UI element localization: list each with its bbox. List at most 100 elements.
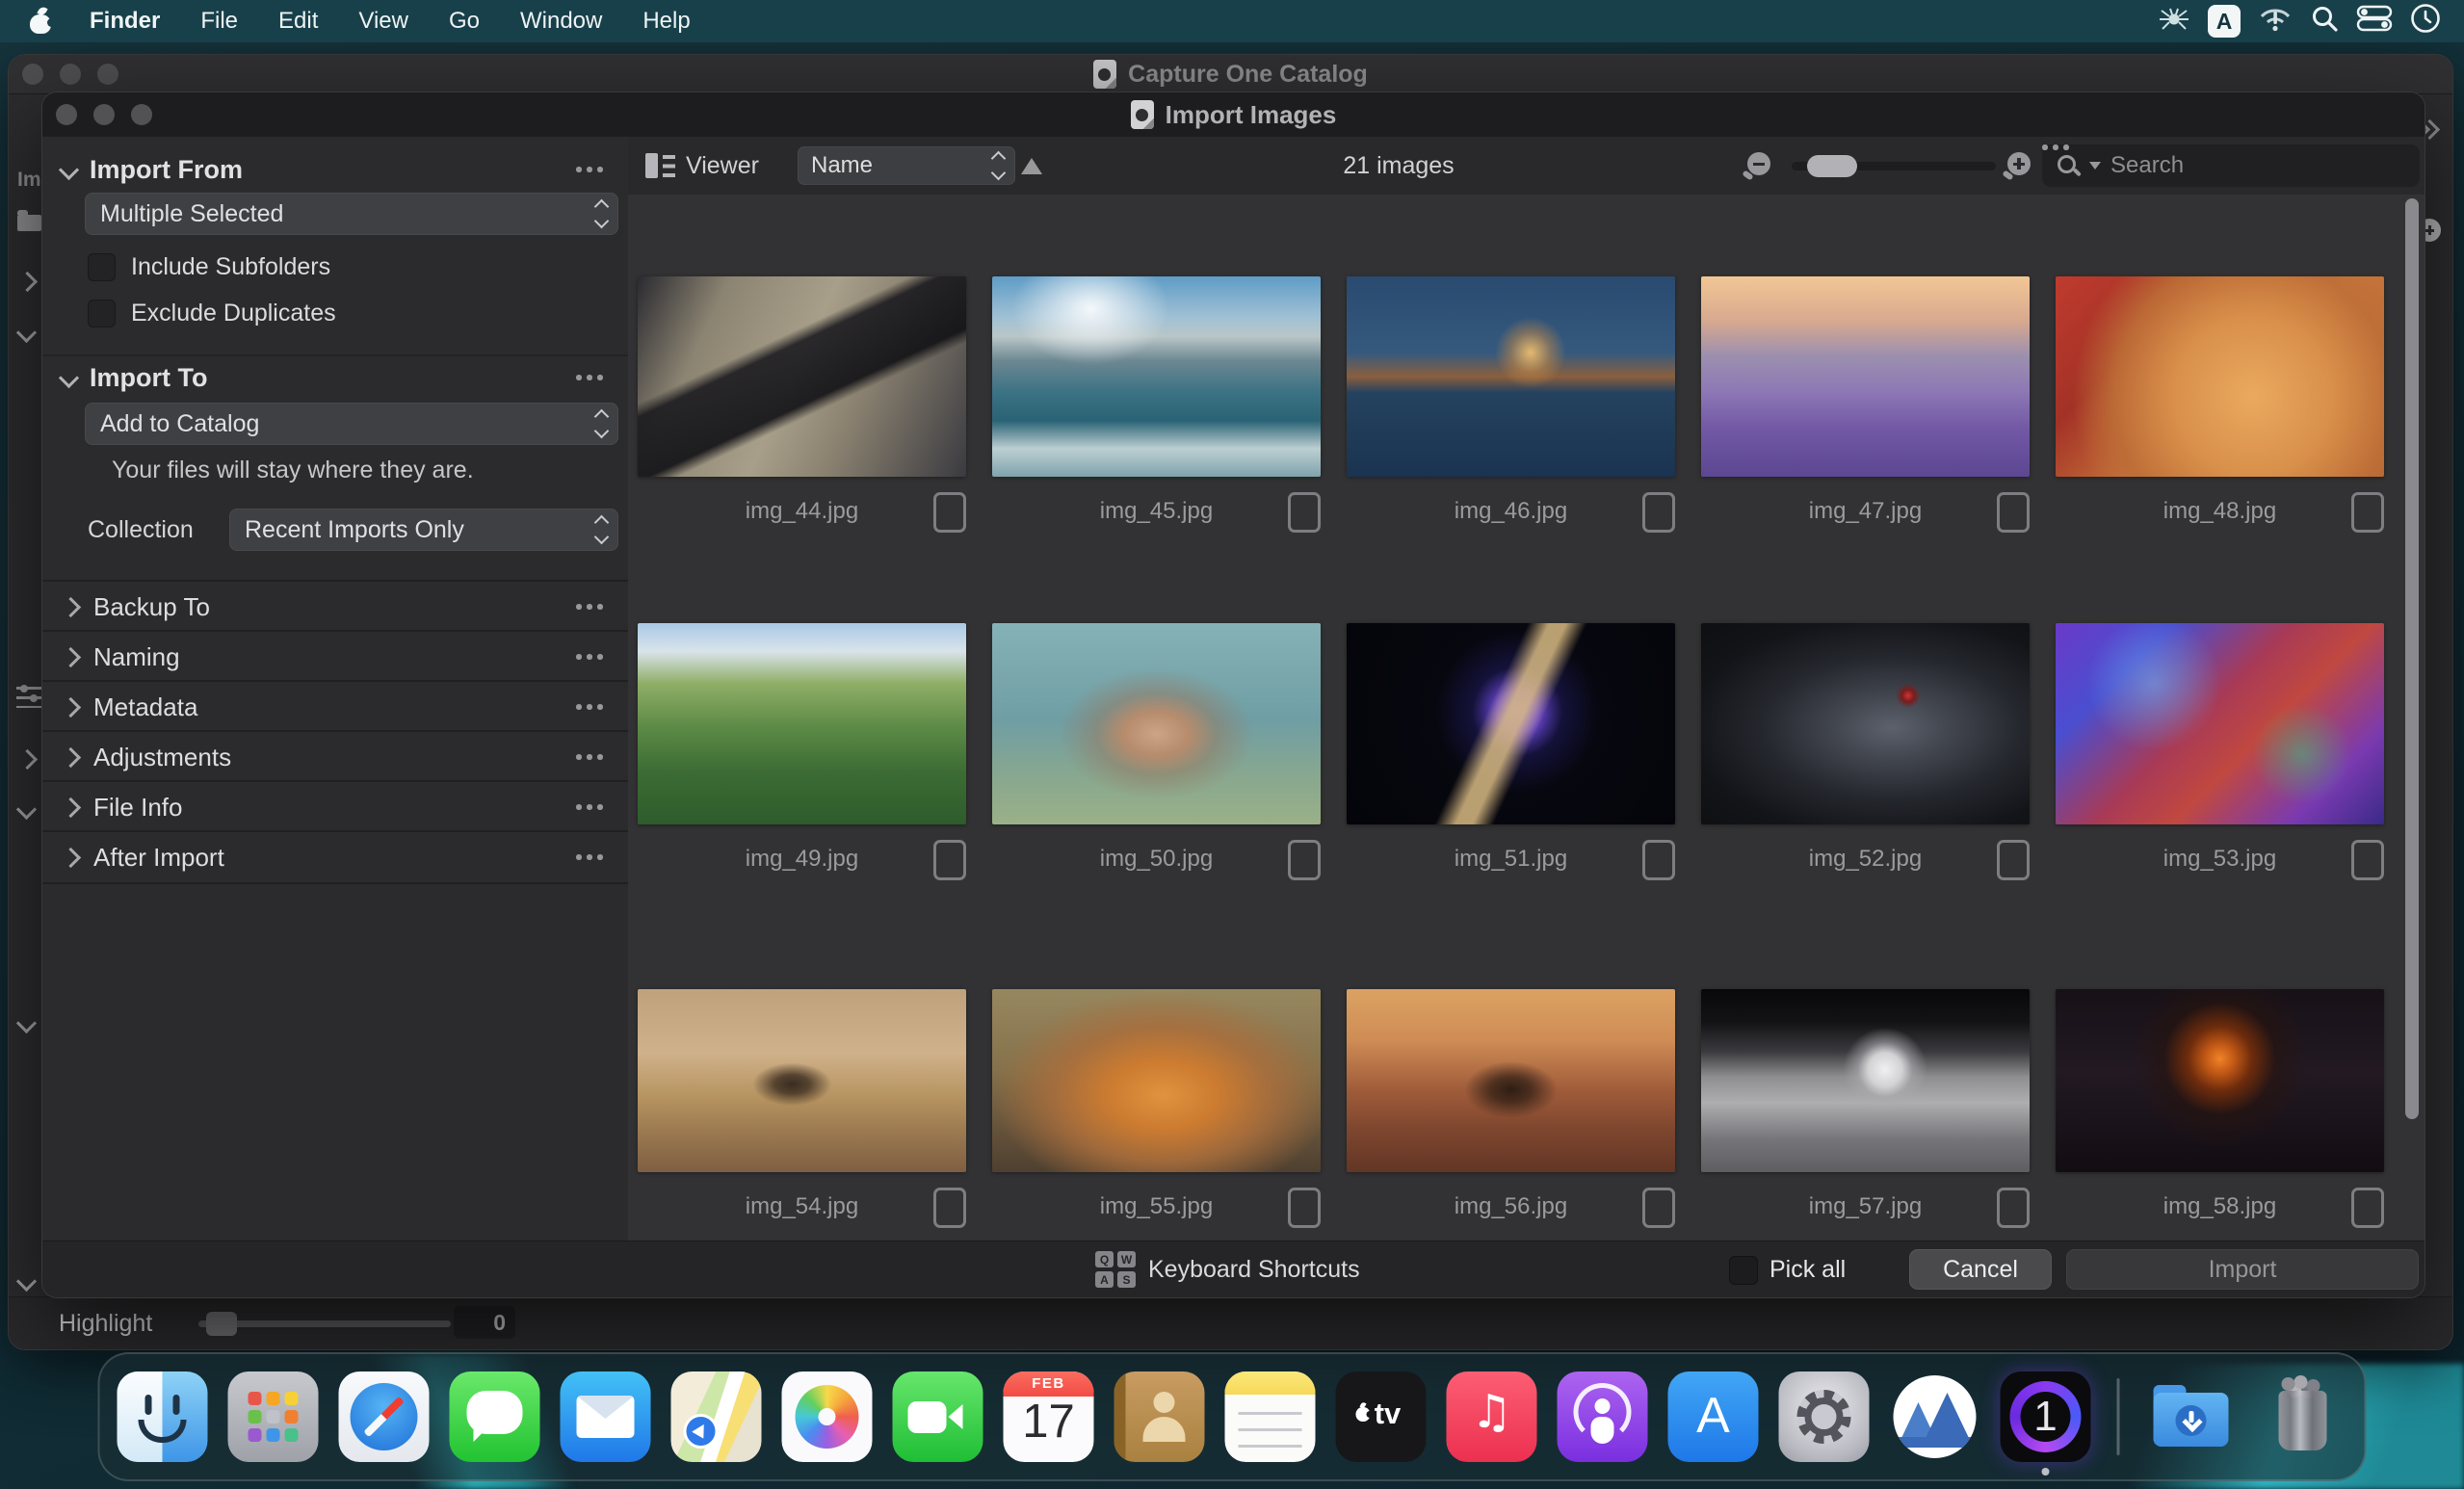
dock-photos-icon[interactable] <box>781 1371 873 1462</box>
dock-podcasts-icon[interactable] <box>1557 1371 1648 1462</box>
include-subfolders-checkbox[interactable] <box>88 252 116 281</box>
menu-app-name[interactable]: Finder <box>69 0 180 42</box>
grid-item[interactable]: img_46.jpg <box>1347 276 1675 535</box>
pick-checkbox[interactable] <box>2351 1188 2384 1228</box>
grid-item[interactable]: img_54.jpg <box>638 989 966 1230</box>
dock-launchpad-icon[interactable] <box>227 1371 319 1462</box>
wifi-alert-icon[interactable] <box>2258 4 2293 39</box>
menu-view[interactable]: View <box>338 0 429 42</box>
grid-item[interactable]: img_50.jpg <box>992 623 1321 882</box>
adjustments-sliders-icon[interactable] <box>16 685 41 708</box>
thumbnail-image[interactable] <box>1347 623 1675 824</box>
minimize-button[interactable] <box>60 64 81 85</box>
grid-item[interactable]: img_55.jpg <box>992 989 1321 1230</box>
section-metadata[interactable]: Metadata <box>42 680 628 732</box>
grid-item[interactable]: img_44.jpg <box>638 276 966 535</box>
section-adjustments[interactable]: Adjustments <box>42 730 628 782</box>
minimize-button[interactable] <box>93 104 115 125</box>
pick-all-checkbox[interactable] <box>1729 1256 1758 1285</box>
highlight-value-field[interactable]: 0 <box>454 1306 515 1339</box>
dock-calendar-icon[interactable]: FEB 17 <box>1003 1371 1094 1462</box>
pick-checkbox[interactable] <box>1997 840 2030 880</box>
zoom-button[interactable] <box>97 64 118 85</box>
dock-safari-icon[interactable] <box>338 1371 430 1462</box>
close-button[interactable] <box>22 64 43 85</box>
pick-checkbox[interactable] <box>933 840 966 880</box>
section-import-to[interactable]: Import To <box>42 354 628 399</box>
thumbnail-image[interactable] <box>1701 276 2030 477</box>
zoom-in-icon[interactable] <box>2002 151 2032 182</box>
pick-checkbox[interactable] <box>1288 492 1321 533</box>
section-file-info[interactable]: File Info <box>42 780 628 832</box>
include-subfolders-row[interactable]: Include Subfolders <box>88 250 330 283</box>
import-destination-dropdown[interactable]: Add to Catalog <box>85 403 618 445</box>
antivirus-spider-icon[interactable] <box>2158 4 2190 39</box>
control-center-icon[interactable] <box>2356 5 2393 39</box>
grid-item[interactable]: img_52.jpg <box>1701 623 2030 882</box>
dock-app-cleaner-icon[interactable] <box>1890 1371 1980 1462</box>
menu-edit[interactable]: Edit <box>258 0 338 42</box>
pick-checkbox[interactable] <box>1997 492 2030 533</box>
more-options-icon[interactable] <box>576 754 605 760</box>
dock-maps-icon[interactable] <box>670 1371 762 1462</box>
section-backup-to[interactable]: Backup To <box>42 580 628 632</box>
thumbnail-image[interactable] <box>992 989 1321 1172</box>
dock-trash-icon[interactable] <box>2257 1371 2347 1462</box>
grid-item[interactable]: img_57.jpg <box>1701 989 2030 1230</box>
menu-go[interactable]: Go <box>429 0 500 42</box>
sort-by-dropdown[interactable]: Name <box>798 146 1015 185</box>
section-import-from[interactable]: Import From <box>42 150 628 189</box>
dock-messages-icon[interactable] <box>449 1371 540 1462</box>
thumbnail-image[interactable] <box>638 623 966 824</box>
grid-scrollbar-thumb[interactable] <box>2405 198 2419 1119</box>
grid-item[interactable]: img_56.jpg <box>1347 989 1675 1230</box>
grid-item[interactable]: img_51.jpg <box>1347 623 1675 882</box>
main-window-titlebar[interactable]: Capture One Catalog <box>9 55 2452 94</box>
thumbnail-image[interactable] <box>1347 276 1675 477</box>
menu-file[interactable]: File <box>180 0 258 42</box>
grid-item[interactable]: img_45.jpg <box>992 276 1321 535</box>
search-field[interactable] <box>2042 144 2420 187</box>
collection-dropdown[interactable]: Recent Imports Only <box>229 509 618 551</box>
thumbnail-image[interactable] <box>638 276 966 477</box>
pick-checkbox[interactable] <box>1997 1188 2030 1228</box>
grid-item[interactable]: img_53.jpg <box>2056 623 2384 882</box>
thumbnail-image[interactable] <box>1701 623 2030 824</box>
apple-menu-icon[interactable] <box>29 5 56 36</box>
pick-checkbox[interactable] <box>2351 492 2384 533</box>
cancel-button[interactable]: Cancel <box>1909 1249 2052 1290</box>
close-button[interactable] <box>56 104 77 125</box>
pick-checkbox[interactable] <box>933 1188 966 1228</box>
dock-capture-one-icon[interactable] <box>2000 1371 2091 1476</box>
more-options-icon[interactable] <box>576 704 605 710</box>
pick-checkbox[interactable] <box>1288 1188 1321 1228</box>
dock-finder-icon[interactable] <box>117 1371 208 1462</box>
import-button[interactable]: Import <box>2066 1249 2419 1290</box>
more-options-icon[interactable] <box>576 654 605 660</box>
pick-checkbox[interactable] <box>1642 1188 1675 1228</box>
more-options-icon[interactable] <box>576 375 605 380</box>
dock-downloads-folder-icon[interactable] <box>2146 1371 2237 1462</box>
thumbnail-zoom-thumb[interactable] <box>1807 155 1857 177</box>
more-options-icon[interactable] <box>576 604 605 610</box>
exclude-duplicates-row[interactable]: Exclude Duplicates <box>88 297 336 329</box>
panel-chevron-right-icon[interactable] <box>16 271 39 293</box>
input-source-icon[interactable]: A <box>2208 5 2241 38</box>
pick-checkbox[interactable] <box>1288 840 1321 880</box>
section-after-import[interactable]: After Import <box>42 830 628 884</box>
pick-checkbox[interactable] <box>2351 840 2384 880</box>
more-options-icon[interactable] <box>576 854 605 860</box>
dock-music-icon[interactable] <box>1446 1371 1537 1462</box>
grid-item[interactable]: img_58.jpg <box>2056 989 2384 1230</box>
panel-chevron-down-icon[interactable] <box>15 798 38 821</box>
clock-icon[interactable] <box>2410 3 2441 40</box>
dock-app-store-icon[interactable] <box>1667 1371 1759 1462</box>
menu-window[interactable]: Window <box>500 0 622 42</box>
panel-chevron-down-icon[interactable] <box>15 322 38 344</box>
pick-checkbox[interactable] <box>1642 492 1675 533</box>
dock-notes-icon[interactable] <box>1224 1371 1316 1462</box>
more-options-icon[interactable] <box>576 804 605 810</box>
thumbnail-image[interactable] <box>2056 989 2384 1172</box>
grid-item[interactable]: img_48.jpg <box>2056 276 2384 535</box>
panel-chevron-down-icon[interactable] <box>15 1270 38 1293</box>
